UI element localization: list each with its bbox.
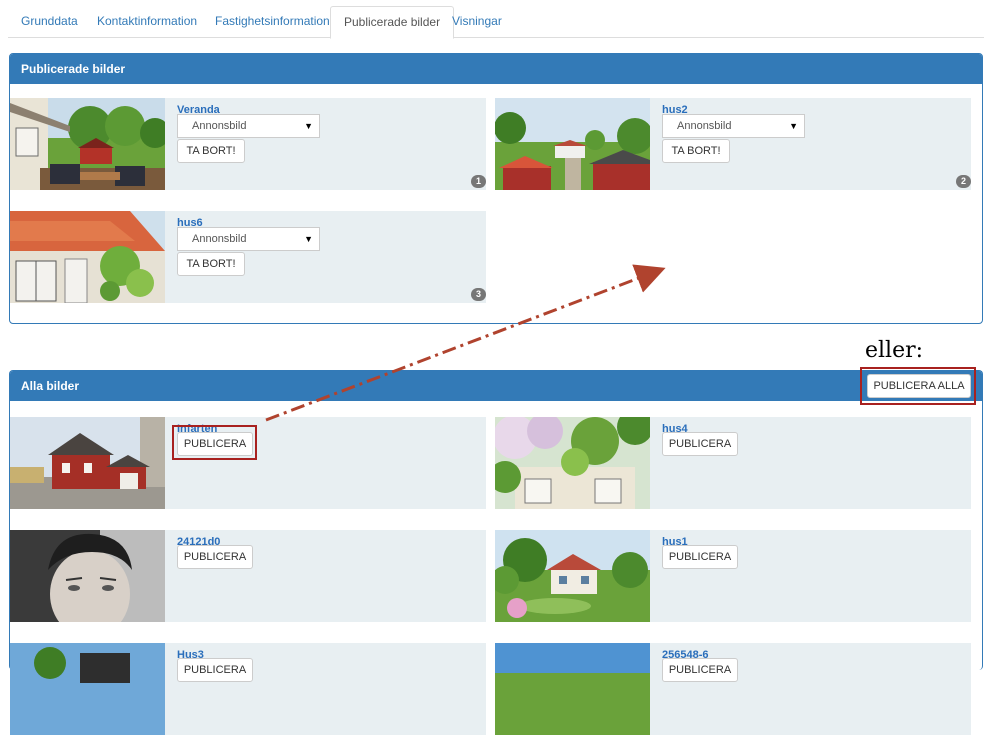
image-thumbnail-hus4[interactable] <box>495 417 650 509</box>
select-value: Annonsbild <box>677 120 732 132</box>
published-card: hus6 Annonsbild ▼ TA BORT! 3 <box>10 211 486 303</box>
image-thumbnail-24121d0[interactable] <box>10 530 165 622</box>
chevron-down-icon: ▼ <box>304 234 313 244</box>
published-card: hus2 Annonsbild ▼ TA BORT! 2 <box>495 98 971 190</box>
tab-kontaktinformation[interactable]: Kontaktinformation <box>84 6 210 38</box>
image-card: hus1 PUBLICERA <box>495 530 971 622</box>
order-badge: 1 <box>471 175 486 188</box>
select-value: Annonsbild <box>192 233 247 245</box>
tab-fastighetsinformation[interactable]: Fastighetsinformation <box>202 6 343 38</box>
publish-button[interactable]: PUBLICERA <box>662 545 738 569</box>
or-annotation: eller: <box>865 338 924 363</box>
published-images-panel: Publicerade bilder Veranda Annonsbild ▼ … <box>9 53 983 324</box>
image-thumbnail-hus2[interactable] <box>495 98 650 190</box>
select-value: Annonsbild <box>192 120 247 132</box>
tab-visningar[interactable]: Visningar <box>439 6 515 38</box>
image-card: 24121d0 PUBLICERA <box>10 530 486 622</box>
order-badge: 3 <box>471 288 486 301</box>
all-images-panel: Alla bilder Infarten PUBLICERA hus4 PUBL… <box>9 370 983 735</box>
image-thumbnail-infarten[interactable] <box>10 417 165 509</box>
remove-button[interactable]: TA BORT! <box>662 139 730 163</box>
image-thumbnail-hus1[interactable] <box>495 530 650 622</box>
publish-highlight <box>172 425 257 460</box>
image-type-select[interactable]: Annonsbild ▼ <box>177 227 320 251</box>
image-type-select[interactable]: Annonsbild ▼ <box>662 114 805 138</box>
tab-bar: Grunddata Kontaktinformation Fastighetsi… <box>8 6 984 39</box>
publish-button[interactable]: PUBLICERA <box>662 658 738 682</box>
publish-button[interactable]: PUBLICERA <box>177 658 253 682</box>
image-type-select[interactable]: Annonsbild ▼ <box>177 114 320 138</box>
chevron-down-icon: ▼ <box>789 121 798 131</box>
all-panel-title: Alla bilder <box>10 371 982 401</box>
order-badge: 2 <box>956 175 971 188</box>
published-panel-title: Publicerade bilder <box>10 54 982 84</box>
remove-button[interactable]: TA BORT! <box>177 139 245 163</box>
tab-grunddata[interactable]: Grunddata <box>8 6 91 38</box>
chevron-down-icon: ▼ <box>304 121 313 131</box>
publish-all-button[interactable]: PUBLICERA ALLA <box>867 374 971 398</box>
image-thumbnail-veranda[interactable] <box>10 98 165 190</box>
published-card: Veranda Annonsbild ▼ TA BORT! 1 <box>10 98 486 190</box>
tab-publicerade-bilder[interactable]: Publicerade bilder <box>330 6 455 39</box>
publish-button[interactable]: PUBLICERA <box>177 545 253 569</box>
image-card: hus4 PUBLICERA <box>495 417 971 509</box>
remove-button[interactable]: TA BORT! <box>177 252 245 276</box>
image-thumbnail-hus6[interactable] <box>10 211 165 303</box>
publish-button[interactable]: PUBLICERA <box>662 432 738 456</box>
